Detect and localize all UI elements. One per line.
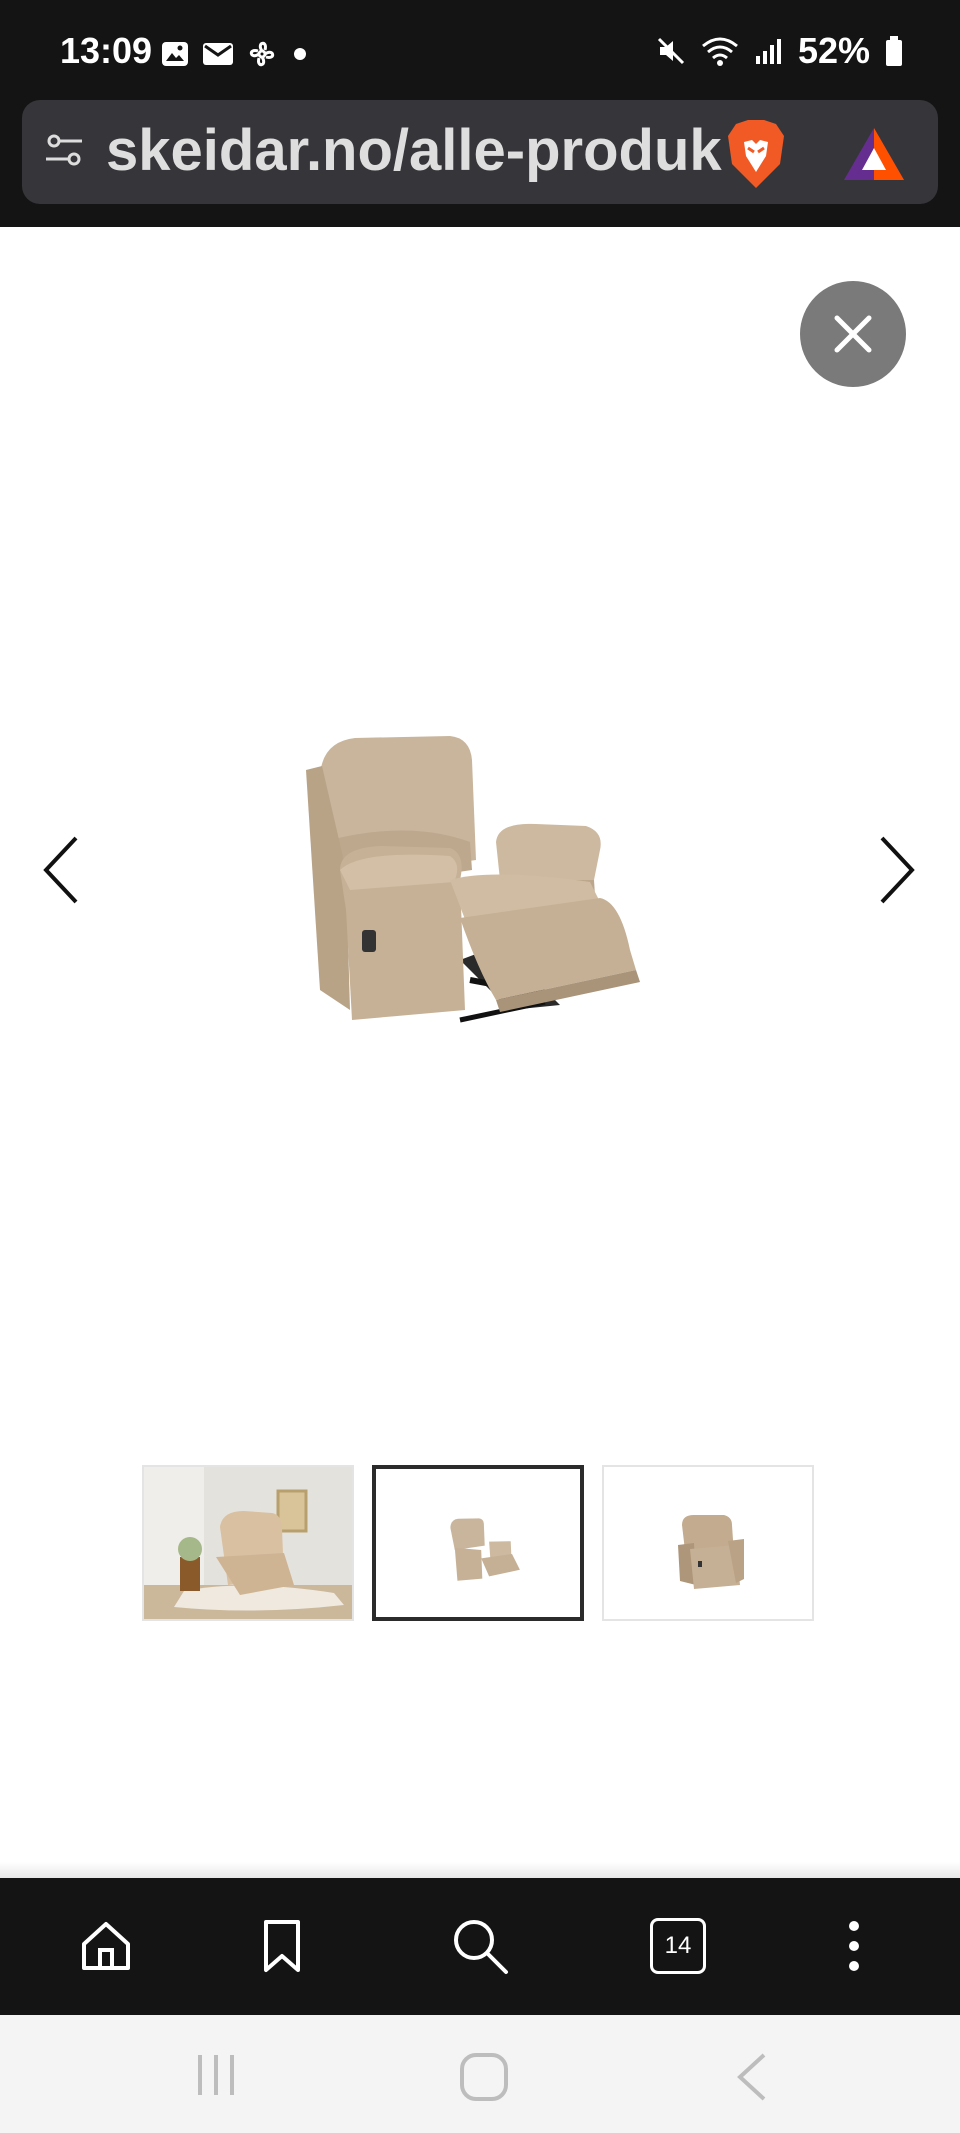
recents-icon[interactable]: [192, 2051, 240, 2099]
toolbar-shadow: [0, 1862, 960, 1878]
status-time: 13:09: [60, 30, 153, 71]
system-nav-bar: [0, 2015, 960, 2133]
search-button[interactable]: [448, 1914, 512, 1978]
url-bar-area: skeidar.no/alle-produkter: [0, 98, 960, 227]
signal-icon: [755, 39, 781, 64]
bat-rewards-icon[interactable]: [842, 126, 906, 182]
mail-icon: [203, 43, 233, 65]
search-icon: [454, 1920, 508, 1974]
home-circle-icon[interactable]: [458, 2051, 510, 2103]
status-right: 52%: [656, 30, 904, 72]
home-icon: [82, 1922, 130, 1970]
mute-icon: [657, 37, 684, 65]
url-text[interactable]: skeidar.no/alle-produkter: [106, 118, 722, 184]
status-bar: 13:09 52%: [0, 0, 960, 98]
status-left-icons: [160, 38, 310, 70]
browser-toolbar: 14: [0, 1878, 960, 2015]
image-icon: [162, 42, 188, 66]
more-icon: [849, 1921, 859, 1971]
battery-icon: [886, 36, 902, 66]
next-image-arrow[interactable]: [872, 834, 920, 906]
thumbnail-recliner-upright[interactable]: [602, 1465, 814, 1621]
tabs-icon: 14: [650, 1918, 706, 1974]
wifi-icon: [701, 37, 738, 66]
site-settings-icon[interactable]: [42, 128, 86, 172]
fan-icon: [249, 41, 275, 67]
bookmark-button[interactable]: [250, 1914, 314, 1978]
url-box[interactable]: skeidar.no/alle-produkter: [22, 100, 938, 204]
tabs-button[interactable]: 14: [646, 1914, 710, 1978]
thumbnail-strip: [142, 1465, 820, 1625]
battery-percent: 52%: [797, 30, 870, 71]
more-button[interactable]: [822, 1914, 886, 1978]
prev-image-arrow[interactable]: [38, 834, 86, 906]
bookmark-icon: [264, 1920, 300, 1972]
dot-icon: [294, 48, 306, 60]
close-icon: [834, 315, 872, 353]
close-button[interactable]: [800, 281, 906, 387]
home-button[interactable]: [74, 1914, 138, 1978]
thumbnail-recliner-reclined[interactable]: [372, 1465, 584, 1621]
back-icon[interactable]: [732, 2051, 772, 2103]
product-image-recliner: [306, 736, 640, 1023]
brave-shields-icon[interactable]: [722, 118, 790, 190]
thumbnail-room-photo[interactable]: [142, 1465, 354, 1621]
